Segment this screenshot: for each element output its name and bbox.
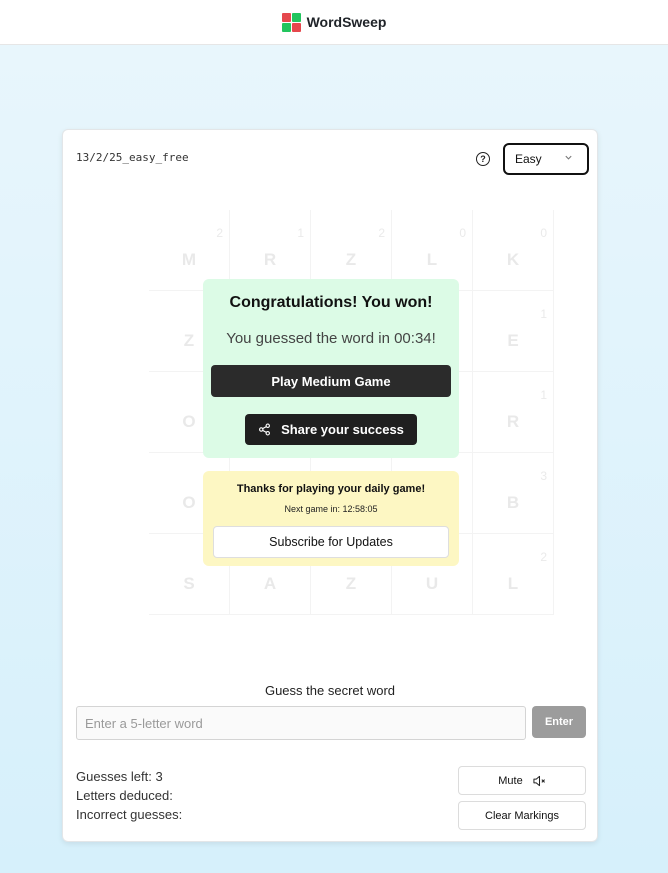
difficulty-select[interactable]: Easy: [503, 143, 589, 175]
board-cell[interactable]: 1E: [473, 291, 554, 372]
letters-deduced: Letters deduced:: [76, 788, 173, 803]
enter-button[interactable]: Enter: [532, 706, 586, 738]
cell-letter: Z: [345, 250, 357, 269]
incorrect-guesses: Incorrect guesses:: [76, 807, 183, 822]
cell-letter: R: [506, 412, 520, 431]
cell-number: 2: [378, 226, 385, 240]
board-cell[interactable]: 2L: [473, 534, 554, 615]
cell-number: 1: [540, 307, 547, 321]
daily-panel: Thanks for playing your daily game! Next…: [203, 471, 459, 566]
board-cell[interactable]: 1R: [473, 372, 554, 453]
subscribe-button[interactable]: Subscribe for Updates: [213, 526, 449, 558]
logo-icon: [281, 12, 301, 32]
win-subtitle: You guessed the word in 00:34!: [226, 330, 436, 347]
guess-label: Guess the secret word: [264, 683, 396, 698]
speaker-muted-icon: [533, 775, 545, 786]
cell-number: 3: [540, 469, 547, 483]
cell-number: 0: [459, 226, 466, 240]
board-cell[interactable]: 3B: [473, 453, 554, 534]
logo-square: [281, 12, 291, 22]
share-label: Share your success: [281, 422, 404, 437]
cell-letter: U: [425, 574, 439, 593]
logo-square: [291, 22, 301, 32]
top-bar: WordSweep: [0, 0, 668, 45]
cell-letter: L: [426, 250, 438, 269]
cell-number: 1: [297, 226, 304, 240]
guess-input[interactable]: [76, 706, 526, 740]
cell-letter: M: [181, 250, 197, 269]
cell-letter: R: [263, 250, 277, 269]
cell-letter: B: [506, 493, 520, 512]
board-cell[interactable]: 0K: [473, 210, 554, 291]
logo-square: [291, 12, 301, 22]
cell-letter: K: [506, 250, 520, 269]
play-medium-button[interactable]: Play Medium Game: [211, 365, 451, 397]
cell-letter: Z: [345, 574, 357, 593]
win-panel: Congratulations! You won! You guessed th…: [203, 279, 459, 458]
guesses-left: Guesses left: 3: [76, 769, 163, 784]
cell-number: 2: [216, 226, 223, 240]
chevron-down-icon: [565, 155, 572, 160]
cell-letter: E: [507, 331, 519, 350]
daily-title: Thanks for playing your daily game!: [236, 483, 426, 495]
cell-number: 0: [540, 226, 547, 240]
brand-name: WordSweep: [306, 14, 387, 30]
cell-letter: L: [507, 574, 519, 593]
cell-number: 2: [540, 550, 547, 564]
cell-letter: A: [263, 574, 277, 593]
logo-square: [281, 22, 291, 32]
cell-number: 1: [540, 388, 547, 402]
next-game-timer: Next game in: 12:58:05: [284, 504, 378, 514]
mute-label: Mute: [498, 774, 523, 787]
stats: Guesses left: 3 Letters deduced: Incorre…: [76, 767, 182, 824]
share-icon: [259, 423, 271, 436]
mute-button[interactable]: Mute: [458, 766, 586, 795]
share-button[interactable]: Share your success: [245, 414, 417, 445]
win-title: Congratulations! You won!: [229, 294, 433, 311]
difficulty-value: Easy: [515, 152, 542, 166]
game-id: 13/2/25_easy_free: [76, 151, 189, 164]
clear-markings-button[interactable]: Clear Markings: [458, 801, 586, 830]
game-card: 13/2/25_easy_free ? Easy 2M1R2Z0L0KZ1E3O…: [62, 129, 598, 842]
cell-letter: S: [183, 574, 195, 593]
brand-logo[interactable]: WordSweep: [281, 12, 387, 32]
question-circle-icon[interactable]: ?: [476, 152, 490, 166]
